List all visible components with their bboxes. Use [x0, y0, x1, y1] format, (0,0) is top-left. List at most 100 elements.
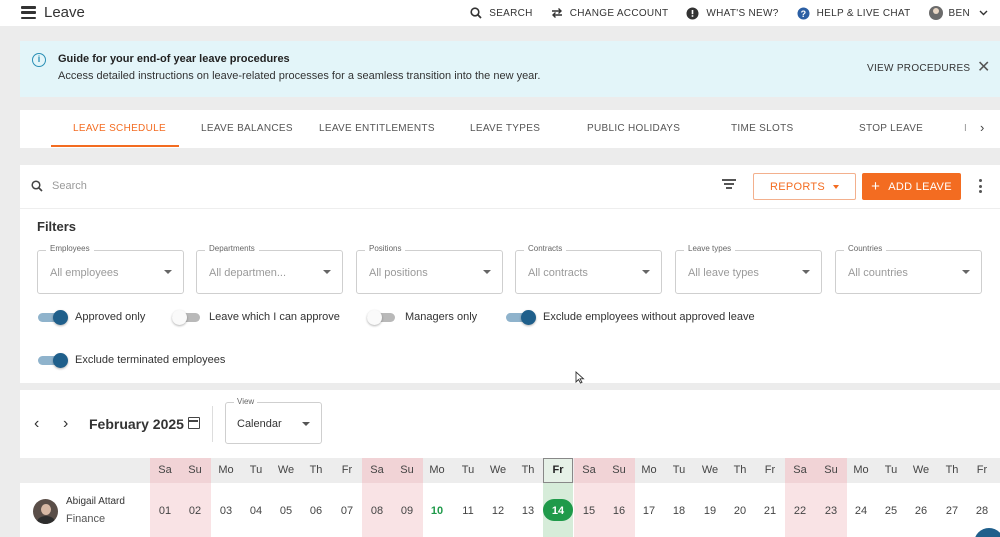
contracts-select[interactable]: Contracts All contracts	[515, 244, 662, 294]
day-name: Mo	[218, 464, 234, 476]
positions-select[interactable]: Positions All positions	[356, 244, 503, 294]
employee-avatar	[33, 499, 58, 524]
tab-time-slots[interactable]: TIME SLOTS	[731, 123, 793, 134]
day-cell[interactable]: 03	[211, 505, 241, 517]
view-select[interactable]: View Calendar	[225, 397, 322, 444]
employee-name[interactable]: Abigail Attard	[66, 496, 125, 507]
day-cell[interactable]: 21	[755, 505, 785, 517]
tab-public-holidays[interactable]: PUBLIC HOLIDAYS	[587, 123, 680, 134]
day-cell[interactable]: 23	[816, 505, 846, 517]
search-button[interactable]: SEARCH	[470, 7, 532, 19]
day-cell[interactable]: 10	[422, 505, 452, 517]
help-chat-button[interactable]: ? HELP & LIVE CHAT	[797, 7, 911, 20]
tab-leave-entitlements[interactable]: LEAVE ENTITLEMENTS	[319, 123, 435, 134]
day-name: Su	[612, 464, 626, 476]
day-cell[interactable]: 26	[906, 505, 936, 517]
exclude-no-approved-toggle[interactable]	[506, 310, 536, 325]
caret-down-icon	[302, 422, 310, 426]
day-cell[interactable]: 12	[483, 505, 513, 517]
tab-overflow[interactable]: I	[964, 123, 967, 134]
day-cell[interactable]: 01	[150, 505, 180, 517]
employee-department: Finance	[66, 513, 106, 525]
reports-button[interactable]: REPORTS	[753, 173, 856, 200]
day-name: Su	[188, 464, 202, 476]
day-cell[interactable]: 09	[392, 505, 422, 517]
day-cell[interactable]: 18	[664, 505, 694, 517]
day-cell[interactable]: 16	[604, 505, 634, 517]
calendar-icon[interactable]	[188, 417, 200, 429]
whats-new-button[interactable]: WHAT'S NEW?	[686, 7, 778, 20]
day-cell[interactable]: 13	[513, 505, 543, 517]
hamburger-menu-icon[interactable]	[21, 6, 36, 19]
user-name: BEN	[948, 7, 970, 19]
day-cell[interactable]: 04	[241, 505, 271, 517]
day-cell[interactable]: 20	[725, 505, 755, 517]
day-cell[interactable]: 27	[937, 505, 967, 517]
day-name: Fr	[341, 464, 353, 476]
month-label: February 2025	[89, 416, 184, 432]
add-leave-button[interactable]: + ADD LEAVE	[862, 173, 961, 200]
day-cell[interactable]: 08	[362, 505, 392, 517]
active-tab-indicator	[51, 145, 179, 147]
day-cell[interactable]: 06	[301, 505, 331, 517]
countries-select[interactable]: Countries All countries	[835, 244, 982, 294]
day-name: Sa	[370, 464, 384, 476]
user-menu[interactable]: BEN	[928, 6, 988, 20]
chevron-right-icon[interactable]: ›	[980, 120, 984, 135]
caret-down-icon	[164, 270, 172, 274]
day-cell[interactable]: 14	[543, 505, 573, 517]
leave-types-select[interactable]: Leave types All leave types	[675, 244, 822, 294]
day-name: Mo	[641, 464, 657, 476]
search-input[interactable]: Search	[52, 180, 87, 192]
approved-only-toggle[interactable]	[38, 310, 68, 325]
departments-select[interactable]: Departments All departmen...	[196, 244, 343, 294]
day-name: Sa	[158, 464, 172, 476]
info-banner: i Guide for your end-of year leave proce…	[20, 41, 1000, 97]
select-value: All departmen...	[209, 267, 287, 279]
chevron-down-icon	[979, 10, 988, 16]
select-value: All positions	[369, 267, 428, 279]
employees-select[interactable]: Employees All employees	[37, 244, 184, 294]
day-cell[interactable]: 15	[574, 505, 604, 517]
view-procedures-link[interactable]: VIEW PROCEDURES	[867, 63, 970, 74]
day-cell[interactable]: 28	[967, 505, 997, 517]
exclude-terminated-toggle[interactable]	[38, 353, 68, 368]
day-cell[interactable]: 11	[453, 505, 483, 517]
day-name: Mo	[429, 464, 445, 476]
change-account-button[interactable]: CHANGE ACCOUNT	[551, 7, 669, 19]
close-icon[interactable]: ✕	[977, 60, 990, 76]
caret-down-icon	[642, 270, 650, 274]
day-cell[interactable]: 07	[332, 505, 362, 517]
day-name: Su	[824, 464, 838, 476]
day-cell[interactable]: 22	[785, 505, 815, 517]
day-cell[interactable]: 24	[846, 505, 876, 517]
chevron-right-icon[interactable]: ›	[63, 415, 68, 433]
tab-leave-schedule[interactable]: LEAVE SCHEDULE	[73, 123, 166, 134]
toggle-label: Approved only	[75, 311, 146, 323]
day-cell[interactable]: 02	[180, 505, 210, 517]
caret-down-icon	[833, 184, 840, 189]
tab-leave-balances[interactable]: LEAVE BALANCES	[201, 123, 293, 134]
toggle-label: Exclude employees without approved leave	[543, 311, 755, 323]
chevron-left-icon[interactable]: ‹	[34, 415, 39, 433]
add-leave-label: ADD LEAVE	[888, 180, 952, 193]
select-value: All countries	[848, 267, 908, 279]
day-cell[interactable]: 17	[634, 505, 664, 517]
day-cell[interactable]: 05	[271, 505, 301, 517]
day-cell[interactable]: 19	[695, 505, 725, 517]
managers-only-toggle[interactable]	[367, 310, 397, 325]
tab-leave-types[interactable]: LEAVE TYPES	[470, 123, 540, 134]
can-approve-toggle[interactable]	[172, 310, 202, 325]
toggle-label: Managers only	[405, 311, 478, 323]
tab-stop-leave[interactable]: STOP LEAVE	[859, 123, 923, 134]
day-name: Tu	[461, 464, 475, 476]
divider	[20, 208, 1000, 209]
reports-label: REPORTS	[769, 180, 826, 193]
day-cell[interactable]: 25	[876, 505, 906, 517]
banner-text: Access detailed instructions on leave-re…	[58, 70, 541, 82]
day-name: Th	[945, 464, 959, 476]
more-options-icon[interactable]	[979, 179, 983, 193]
filter-icon[interactable]	[722, 179, 736, 189]
tab-bar: LEAVE SCHEDULE LEAVE BALANCES LEAVE ENTI…	[20, 110, 1000, 148]
select-label: Countries	[844, 244, 887, 253]
